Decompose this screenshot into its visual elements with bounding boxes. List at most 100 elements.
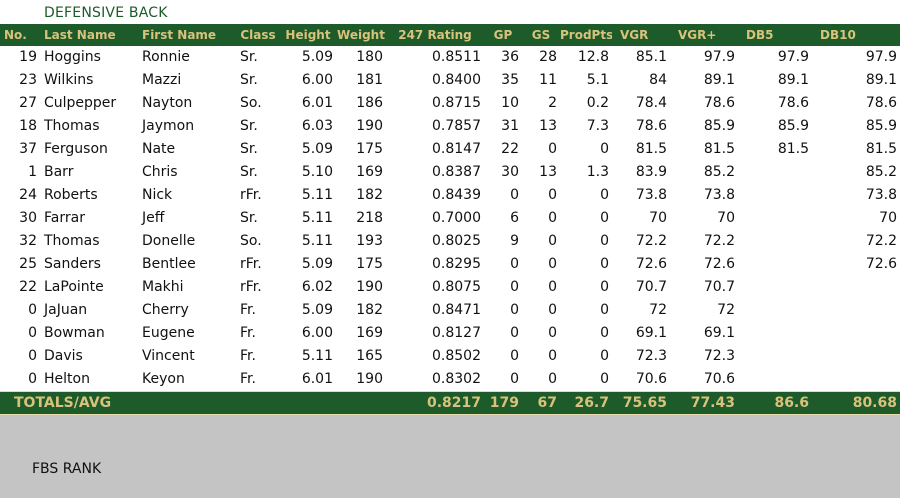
cell-no: 0 (28, 348, 37, 364)
cell-vgr: 72.3 (635, 348, 667, 364)
table-row: 18 Thomas Jaymon Sr. 6.03 190 0.7857 31 13 7.3 78.… (0, 115, 900, 138)
cell-no: 27 (19, 95, 37, 111)
cell-gs: 0 (548, 279, 557, 295)
col-header-class[interactable]: Class (236, 24, 280, 46)
cell-gs: 13 (539, 118, 557, 134)
cell-db5 (738, 184, 812, 207)
cell-no: 30 (19, 210, 37, 226)
cell-weight: 181 (356, 72, 383, 88)
cell-gs: 0 (548, 371, 557, 387)
cell-prodpts: 12.8 (577, 49, 609, 65)
cell-vgr-plus: 72.6 (703, 256, 735, 272)
cell-db10 (812, 368, 900, 392)
col-header-gp[interactable]: GP (484, 24, 522, 46)
cell-first-name: Cherry (142, 302, 189, 318)
cell-class: So. (240, 95, 262, 111)
cell-class: rFr. (240, 187, 262, 203)
cell-vgr-plus: 70.7 (703, 279, 735, 295)
totals-vgr: 75.65 (612, 391, 670, 415)
cell-247-rating: 0.7857 (432, 118, 481, 134)
table-row: 0 Bowman Eugene Fr. 6.00 169 0.8127 0 0 0 69.1 69.1 (0, 322, 900, 345)
col-header-gs[interactable]: GS (522, 24, 560, 46)
cell-first-name: Mazzi (142, 72, 182, 88)
cell-first-name: Ronnie (142, 49, 190, 65)
cell-vgr: 72.2 (635, 233, 667, 249)
cell-vgr-plus: 70 (717, 210, 735, 226)
cell-class: So. (240, 233, 262, 249)
cell-first-name: Donelle (142, 233, 196, 249)
col-header-prodpts[interactable]: ProdPts (560, 24, 612, 46)
col-header-no[interactable]: No. (0, 24, 40, 46)
totals-label: TOTALS/AVG (0, 391, 386, 415)
col-header-vgr-plus[interactable]: VGR+ (670, 24, 738, 46)
cell-height: 5.11 (301, 187, 333, 203)
totals-rating: 0.8217 (386, 391, 484, 415)
col-header-height[interactable]: Height (280, 24, 336, 46)
cell-last-name: Helton (44, 371, 90, 387)
cell-no: 1 (28, 164, 37, 180)
cell-gp: 0 (510, 187, 519, 203)
cell-vgr: 81.5 (635, 141, 667, 157)
cell-no: 0 (28, 302, 37, 318)
cell-height: 5.10 (301, 164, 333, 180)
cell-vgr-plus: 85.9 (703, 118, 735, 134)
cell-gp: 0 (510, 371, 519, 387)
cell-weight: 190 (356, 118, 383, 134)
cell-last-name: LaPointe (44, 279, 104, 295)
cell-height: 5.09 (301, 256, 333, 272)
cell-db5: 85.9 (777, 118, 809, 134)
cell-no: 19 (19, 49, 37, 65)
cell-height: 6.01 (301, 371, 333, 387)
cell-no: 37 (19, 141, 37, 157)
cell-class: rFr. (240, 256, 262, 272)
col-header-first-name[interactable]: First Name (138, 24, 236, 46)
totals-db5: 86.6 (738, 391, 812, 415)
cell-height: 5.11 (301, 210, 333, 226)
totals-gs: 67 (522, 391, 560, 415)
table-row: 0 Helton Keyon Fr. 6.01 190 0.8302 0 0 0 70.6 70.6 (0, 368, 900, 392)
cell-first-name: Nate (142, 141, 176, 157)
cell-247-rating: 0.8511 (432, 49, 481, 65)
cell-prodpts: 0 (600, 141, 609, 157)
cell-vgr: 85.1 (635, 49, 667, 65)
totals-db10: 80.68 (812, 391, 900, 415)
cell-last-name: JaJuan (44, 302, 88, 318)
cell-vgr-plus: 73.8 (703, 187, 735, 203)
col-header-247-rating[interactable]: 247 Rating (386, 24, 484, 46)
col-header-weight[interactable]: Weight (336, 24, 386, 46)
table-row: 24 Roberts Nick rFr. 5.11 182 0.8439 0 0 0 73.8 73.… (0, 184, 900, 207)
cell-no: 32 (19, 233, 37, 249)
cell-weight: 180 (356, 49, 383, 65)
cell-prodpts: 0 (600, 210, 609, 226)
col-header-db10[interactable]: DB10 (812, 24, 900, 46)
header-row: No. Last Name First Name Class Height We… (0, 24, 900, 46)
cell-db10: 97.9 (865, 49, 897, 65)
cell-db10 (812, 322, 900, 345)
cell-first-name: Eugene (142, 325, 195, 341)
cell-gs: 0 (548, 141, 557, 157)
cell-prodpts: 1.3 (586, 164, 609, 180)
totals-vgr-plus: 77.43 (670, 391, 738, 415)
cell-prodpts: 0 (600, 302, 609, 318)
cell-first-name: Chris (142, 164, 178, 180)
cell-weight: 165 (356, 348, 383, 364)
col-header-vgr[interactable]: VGR (612, 24, 670, 46)
cell-gp: 35 (501, 72, 519, 88)
cell-prodpts: 0 (600, 371, 609, 387)
col-header-last-name[interactable]: Last Name (40, 24, 138, 46)
cell-db10: 72.2 (865, 233, 897, 249)
cell-last-name: Barr (44, 164, 74, 180)
cell-vgr: 72.6 (635, 256, 667, 272)
totals-gp: 179 (484, 391, 522, 415)
table-row: 25 Sanders Bentlee rFr. 5.09 175 0.8295 0 0 0 72.6… (0, 253, 900, 276)
cell-height: 5.09 (301, 49, 333, 65)
cell-last-name: Davis (44, 348, 83, 364)
cell-gp: 0 (510, 256, 519, 272)
cell-first-name: Keyon (142, 371, 185, 387)
cell-gs: 0 (548, 187, 557, 203)
cell-db10 (812, 299, 900, 322)
cell-no: 25 (19, 256, 37, 272)
cell-prodpts: 0 (600, 348, 609, 364)
cell-prodpts: 0 (600, 256, 609, 272)
col-header-db5[interactable]: DB5 (738, 24, 812, 46)
